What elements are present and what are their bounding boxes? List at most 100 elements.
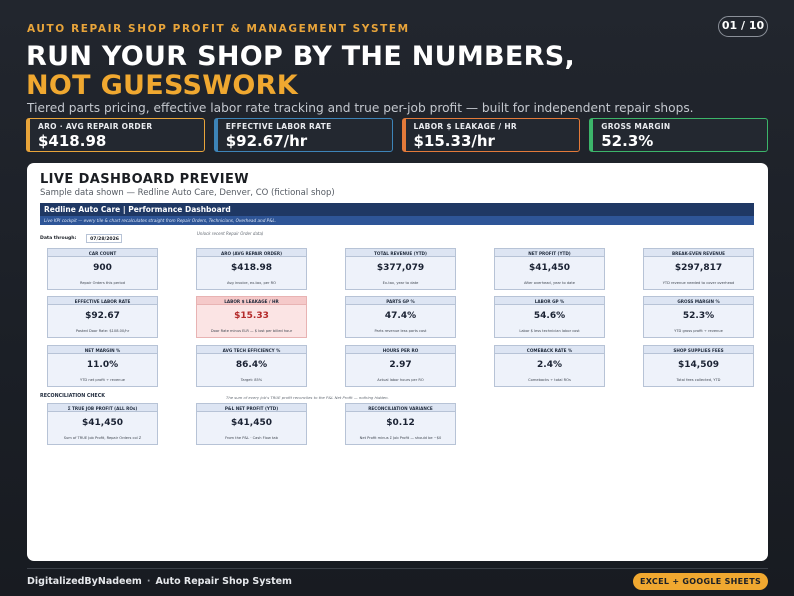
kpi-tile: LABOR GP % 54.6% Labor $ less technician l… bbox=[494, 296, 605, 338]
kpi-tile: ARO (AVG REPAIR ORDER) $418.98 Avg invoice… bbox=[196, 248, 307, 290]
kpi-tile: SHOP SUPPLIES FEES $14,509 Total fees coll… bbox=[643, 345, 754, 387]
eyebrow: AUTO REPAIR SHOP PROFIT & MANAGEMENT SYS… bbox=[27, 23, 410, 35]
footer-brand: DigitalizedByNadeem · Auto Repair Shop Sys… bbox=[27, 576, 292, 587]
tile-label: COMEBACK RATE % bbox=[495, 346, 604, 354]
tile-note: Avg invoice, ex-tax, per RO bbox=[227, 281, 276, 285]
tile-label: ARO (AVG REPAIR ORDER) bbox=[197, 249, 306, 257]
tile-note: YTD gross profit ÷ revenue bbox=[674, 329, 723, 333]
tile-note: YTD net profit ÷ revenue bbox=[80, 378, 125, 382]
tile-value: $297,817 bbox=[674, 263, 723, 273]
tile-note: Ex-tax, year to date bbox=[382, 281, 419, 285]
tile-note: Sum of TRUE Job Profit, Repair Orders co… bbox=[63, 436, 142, 440]
tile-value: 11.0% bbox=[86, 360, 119, 370]
date-input[interactable]: 07/28/2026 bbox=[86, 234, 122, 243]
kpi-value: $418.98 bbox=[38, 132, 107, 150]
tile-value: $14,509 bbox=[678, 360, 719, 370]
kpi-row: ARO · AVG REPAIR ORDER $418.98 EFFECTIVE… bbox=[26, 118, 768, 152]
tile-label: NET MARGIN % bbox=[48, 346, 157, 354]
tile-value: 54.6% bbox=[533, 311, 566, 321]
tile-label: BREAK-EVEN REVENUE bbox=[644, 249, 753, 257]
tile-value: 86.4% bbox=[235, 360, 268, 370]
tile-value: 52.3% bbox=[682, 311, 715, 321]
tile-note: Door Rate minus ELR — $ lost per billed … bbox=[210, 329, 293, 333]
tile-value: $377,079 bbox=[376, 263, 425, 273]
date-label: Data through: bbox=[40, 236, 77, 241]
tile-value: $418.98 bbox=[231, 263, 272, 273]
reconciliation-tile: Σ TRUE JOB PROFIT (ALL ROs) $41,450 Sum of… bbox=[47, 403, 158, 445]
page-indicator: 01 / 10 bbox=[718, 16, 768, 37]
tile-value: 47.4% bbox=[384, 311, 417, 321]
kpi-label: LABOR $ LEAKAGE / HR bbox=[413, 122, 518, 131]
subheadline: Tiered parts pricing, effective labor ra… bbox=[27, 101, 694, 115]
footer-separator: · bbox=[146, 576, 151, 587]
tile-label: AVG TECH EFFICIENCY % bbox=[197, 346, 306, 354]
headline: RUN YOUR SHOP BY THE NUMBERS, NOT GUESSW… bbox=[26, 42, 575, 100]
kpi-gross-margin: GROSS MARGIN 52.3% bbox=[589, 118, 768, 152]
kpi-tile: NET PROFIT (YTD) $41,450 After overhead, y… bbox=[494, 248, 605, 290]
reconciliation-tile: RECONCILIATION VARIANCE $0.12 Net Profit m… bbox=[345, 403, 456, 445]
tile-label: GROSS MARGIN % bbox=[644, 297, 753, 305]
panel-subtitle: Sample data shown — Redline Auto Care, D… bbox=[40, 188, 335, 198]
kpi-tile: NET MARGIN % 11.0% YTD net profit ÷ revenu… bbox=[47, 345, 158, 387]
brand-name: DigitalizedByNadeem bbox=[27, 576, 142, 587]
tile-note: Total fees collected, YTD bbox=[676, 378, 721, 382]
tile-note: Comebacks ÷ total ROs bbox=[528, 378, 571, 382]
kpi-tile: LABOR $ LEAKAGE / HR $15.33 Door Rate minu… bbox=[196, 296, 307, 338]
tile-label: Σ TRUE JOB PROFIT (ALL ROs) bbox=[48, 404, 157, 412]
tile-value: $0.12 bbox=[386, 418, 415, 428]
tile-note: After overhead, year to date bbox=[524, 281, 575, 285]
dashboard-header: Redline Auto Care | Performance Dashboar… bbox=[40, 203, 754, 216]
reconciliation-note: The sum of every job's TRUE profit recon… bbox=[226, 395, 389, 400]
kpi-label: ARO · AVG REPAIR ORDER bbox=[38, 122, 153, 131]
kpi-aro: ARO · AVG REPAIR ORDER $418.98 bbox=[26, 118, 205, 152]
kpi-label: EFFECTIVE LABOR RATE bbox=[225, 122, 332, 131]
reconciliation-title: RECONCILIATION CHECK bbox=[40, 394, 105, 399]
panel-title: LIVE DASHBOARD PREVIEW bbox=[40, 172, 250, 187]
kpi-tile: TOTAL REVENUE (YTD) $377,079 Ex-tax, year … bbox=[345, 248, 456, 290]
kpi-value: 52.3% bbox=[601, 132, 654, 150]
tile-label: PARTS GP % bbox=[346, 297, 455, 305]
dashboard-subheader: Live KPI cockpit — every tile & chart re… bbox=[40, 216, 754, 225]
reconciliation-tile: P&L NET PROFIT (YTD) $41,450 From the P&L … bbox=[196, 403, 307, 445]
tile-value: $41,450 bbox=[231, 418, 272, 428]
tile-label: HOURS PER RO bbox=[346, 346, 455, 354]
tile-value: $15.33 bbox=[234, 311, 269, 321]
tile-label: LABOR GP % bbox=[495, 297, 604, 305]
kpi-value: $15.33/hr bbox=[413, 132, 495, 150]
kpi-labor-leakage: LABOR $ LEAKAGE / HR $15.33/hr bbox=[401, 118, 581, 152]
tile-label: SHOP SUPPLIES FEES bbox=[644, 346, 753, 354]
tile-label: CAR COUNT bbox=[48, 249, 157, 257]
tile-label: NET PROFIT (YTD) bbox=[495, 249, 604, 257]
tile-note: Repair Orders this period bbox=[79, 281, 126, 285]
kpi-tile: COMEBACK RATE % 2.4% Comebacks ÷ total ROs bbox=[494, 345, 605, 387]
kpi-tile: EFFECTIVE LABOR RATE $92.67 Posted Door Ra… bbox=[47, 296, 158, 338]
refresh-note: Unlock recent Repair Order data) bbox=[197, 231, 264, 236]
tile-value: 900 bbox=[93, 263, 112, 273]
tile-note: Labor $ less technician labor cost bbox=[519, 329, 580, 333]
tile-note: From the P&L · Cash Flow tab bbox=[225, 436, 278, 440]
tile-label: EFFECTIVE LABOR RATE bbox=[48, 297, 157, 305]
headline-line1: RUN YOUR SHOP BY THE NUMBERS, bbox=[26, 41, 576, 72]
footer-divider bbox=[27, 568, 768, 569]
tile-value: $92.67 bbox=[85, 311, 120, 321]
kpi-value: $92.67/hr bbox=[225, 132, 308, 150]
tile-note: Parts revenue less parts cost bbox=[374, 329, 427, 333]
kpi-tile: GROSS MARGIN % 52.3% YTD gross profit ÷ re… bbox=[643, 296, 754, 338]
tile-value: 2.4% bbox=[537, 360, 562, 370]
kpi-label: GROSS MARGIN bbox=[601, 122, 671, 131]
tile-note: Actual labor hours per RO bbox=[377, 378, 424, 382]
tile-note: Posted Door Rate: $108.00/hr bbox=[75, 329, 130, 333]
dashboard-preview-panel: LIVE DASHBOARD PREVIEW Sample data shown… bbox=[27, 163, 768, 561]
kpi-tile: AVG TECH EFFICIENCY % 86.4% Target: 85% bbox=[196, 345, 307, 387]
tile-label: LABOR $ LEAKAGE / HR bbox=[197, 297, 306, 305]
kpi-tile: CAR COUNT 900 Repair Orders this period bbox=[47, 248, 158, 290]
tile-note: YTD revenue needed to cover overhead bbox=[662, 281, 735, 285]
kpi-effective-labor-rate: EFFECTIVE LABOR RATE $92.67/hr bbox=[213, 118, 393, 152]
kpi-tile: BREAK-EVEN REVENUE $297,817 YTD revenue ne… bbox=[643, 248, 754, 290]
tile-label: RECONCILIATION VARIANCE bbox=[346, 404, 455, 412]
headline-line2: NOT GUESSWORK bbox=[26, 70, 298, 101]
kpi-tile: PARTS GP % 47.4% Parts revenue less parts … bbox=[345, 296, 456, 338]
tile-value: $41,450 bbox=[529, 263, 570, 273]
tile-note: Target: 85% bbox=[240, 378, 263, 382]
tile-value: 2.97 bbox=[389, 360, 412, 370]
